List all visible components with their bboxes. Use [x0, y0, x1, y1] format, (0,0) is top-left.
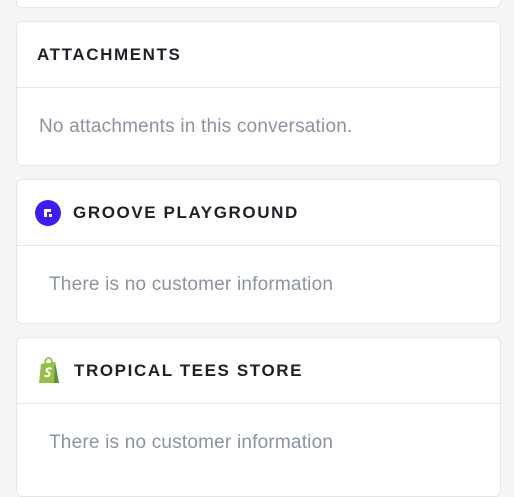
attachments-empty-message: No attachments in this conversation. — [39, 116, 353, 137]
tropical-tees-store-title: TROPICAL TEES STORE — [74, 360, 304, 380]
groove-customer-info-message: There is no customer information — [49, 274, 334, 295]
groove-playground-header[interactable]: GROOVE PLAYGROUND — [17, 180, 500, 246]
attachments-header[interactable]: ATTACHMENTS — [17, 22, 500, 88]
tropical-tees-store-header[interactable]: TROPICAL TEES STORE — [17, 338, 500, 404]
previous-panel-edge — [16, 0, 501, 8]
attachments-title: ATTACHMENTS — [37, 44, 182, 64]
shopify-bag-icon — [36, 356, 62, 386]
tropical-tees-store-panel: TROPICAL TEES STORE There is no customer… — [16, 337, 501, 497]
attachments-panel: ATTACHMENTS No attachments in this conve… — [16, 21, 501, 166]
groove-logo-icon — [35, 199, 61, 226]
shopify-customer-info-message: There is no customer information — [49, 432, 334, 453]
groove-playground-panel: GROOVE PLAYGROUND There is no customer i… — [16, 179, 501, 324]
groove-playground-title: GROOVE PLAYGROUND — [73, 202, 299, 222]
